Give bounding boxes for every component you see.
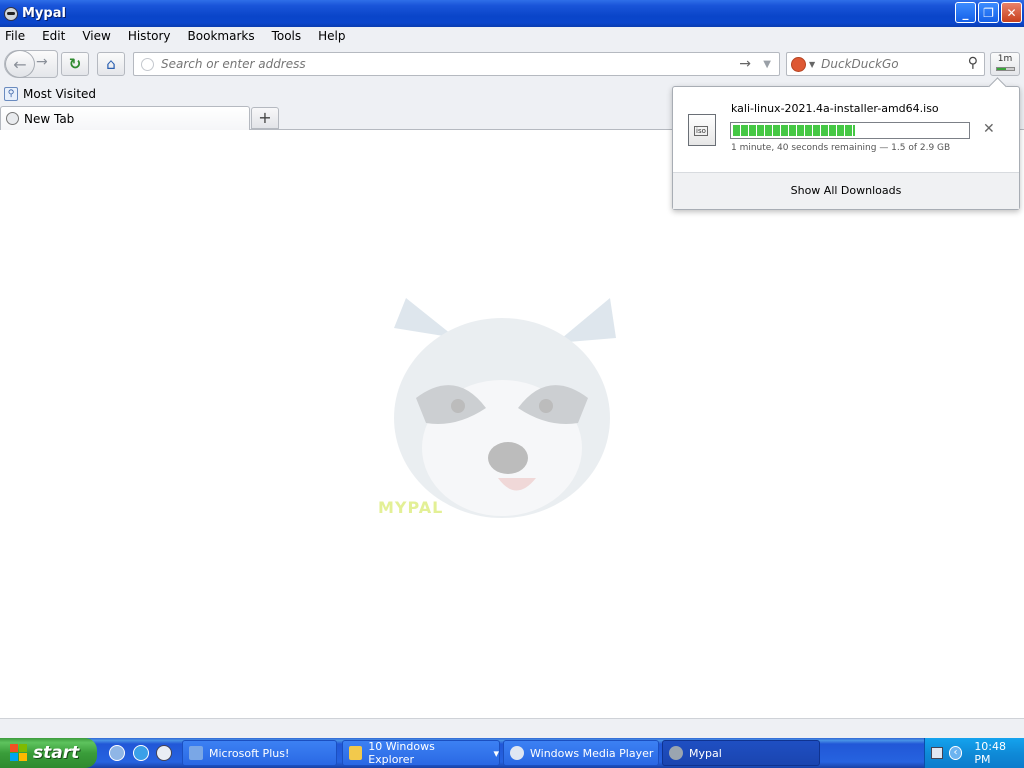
navigation-toolbar: ← → ↻ ⌂ → ▼ ▼ ⚲ 1m — [0, 45, 1024, 83]
downloads-button[interactable]: 1m — [990, 52, 1020, 76]
page-content: MYPAL — [0, 130, 1024, 718]
new-tab-button[interactable]: + — [251, 107, 279, 129]
home-button[interactable]: ⌂ — [97, 52, 125, 76]
globe-icon — [141, 57, 154, 71]
task-label: 10 Windows Explorer — [368, 740, 435, 766]
search-input[interactable] — [821, 57, 960, 71]
search-icon[interactable]: ⚲ — [968, 55, 978, 71]
menu-file[interactable]: File — [3, 29, 27, 43]
duckduckgo-icon[interactable] — [791, 56, 806, 72]
mypal-logo-text: MYPAL — [378, 498, 444, 517]
back-forward-group: ← → — [4, 50, 58, 78]
download-mini-progress-fill — [997, 68, 1006, 70]
globe-icon — [6, 112, 19, 125]
clock[interactable]: 10:48 PM — [974, 740, 1024, 766]
close-button[interactable]: ✕ — [1001, 2, 1022, 23]
tab-new-tab[interactable]: New Tab — [0, 106, 250, 130]
task-mypal[interactable]: Mypal — [662, 740, 820, 766]
status-strip — [0, 718, 1024, 738]
raccoon-app-icon[interactable] — [4, 6, 18, 21]
menu-view[interactable]: View — [80, 29, 112, 43]
show-all-downloads-button[interactable]: Show All Downloads — [673, 172, 1019, 209]
internet-explorer-icon[interactable] — [133, 745, 149, 761]
download-status: 1 minute, 40 seconds remaining — 1.5 of … — [731, 143, 951, 153]
menu-bookmarks[interactable]: Bookmarks — [186, 29, 257, 43]
menu-history[interactable]: History — [126, 29, 173, 43]
downloads-panel: kali-linux-2021.4a-installer-amd64.iso 1… — [672, 86, 1020, 210]
address-bar[interactable]: → ▼ — [133, 52, 780, 76]
group-dropdown-icon: ▾ — [493, 746, 499, 760]
start-button[interactable]: start — [0, 738, 97, 768]
minimize-button[interactable]: _ — [955, 2, 976, 23]
media-player-icon — [510, 746, 524, 760]
show-hidden-icons-button[interactable]: ‹ — [948, 746, 963, 760]
keyboard-icon[interactable] — [931, 747, 943, 759]
title-bar: Mypal _ ❐ ✕ — [0, 0, 1024, 27]
url-dropdown-icon[interactable]: ▼ — [763, 59, 771, 70]
task-label: Mypal — [689, 746, 722, 760]
download-filename: kali-linux-2021.4a-installer-amd64.iso — [731, 102, 939, 115]
download-time-label: 1m — [997, 54, 1013, 64]
windows-logo-icon — [10, 744, 28, 762]
download-mini-progress — [996, 67, 1015, 71]
most-visited-icon: ⚲ — [4, 87, 18, 101]
raccoon-logo-image — [394, 298, 616, 518]
microsoft-plus-icon — [189, 746, 203, 760]
menu-edit[interactable]: Edit — [40, 29, 67, 43]
download-progress-fill — [733, 125, 855, 136]
window-title: Mypal — [22, 6, 66, 21]
cancel-download-button[interactable]: ✕ — [983, 121, 995, 137]
task-label: Microsoft Plus! — [209, 746, 290, 760]
task-label: Windows Media Player — [530, 746, 654, 760]
back-button[interactable]: ← — [5, 50, 35, 78]
media-player-quicklaunch-icon[interactable] — [156, 745, 172, 761]
start-label: start — [33, 743, 80, 763]
task-windows-media-player[interactable]: Windows Media Player — [503, 740, 659, 766]
maximize-button[interactable]: ❐ — [978, 2, 999, 23]
folder-icon — [349, 746, 363, 760]
go-arrow-icon[interactable]: → — [739, 56, 751, 72]
task-windows-explorer-group[interactable]: 10 Windows Explorer ▾ — [342, 740, 500, 766]
menu-help[interactable]: Help — [316, 29, 347, 43]
task-microsoft-plus[interactable]: Microsoft Plus! — [182, 740, 337, 766]
address-input[interactable] — [161, 57, 721, 71]
menu-bar: File Edit View History Bookmarks Tools H… — [0, 27, 1024, 45]
reload-button[interactable]: ↻ — [61, 52, 89, 76]
most-visited-bookmark[interactable]: Most Visited — [23, 87, 96, 101]
system-tray: ‹ 10:48 PM — [924, 738, 1024, 768]
tab-label: New Tab — [24, 111, 75, 126]
show-desktop-icon[interactable] — [109, 745, 125, 761]
menu-tools[interactable]: Tools — [270, 29, 304, 43]
taskbar: start Microsoft Plus! 10 Windows Explore… — [0, 738, 1024, 768]
download-progress-bar — [730, 122, 970, 139]
forward-button[interactable]: → — [36, 54, 48, 70]
search-bar[interactable]: ▼ ⚲ — [786, 52, 985, 76]
window-controls: _ ❐ ✕ — [955, 2, 1022, 23]
iso-file-icon — [688, 114, 716, 146]
raccoon-app-icon — [669, 746, 683, 760]
search-engine-dropdown-icon[interactable]: ▼ — [809, 60, 815, 69]
